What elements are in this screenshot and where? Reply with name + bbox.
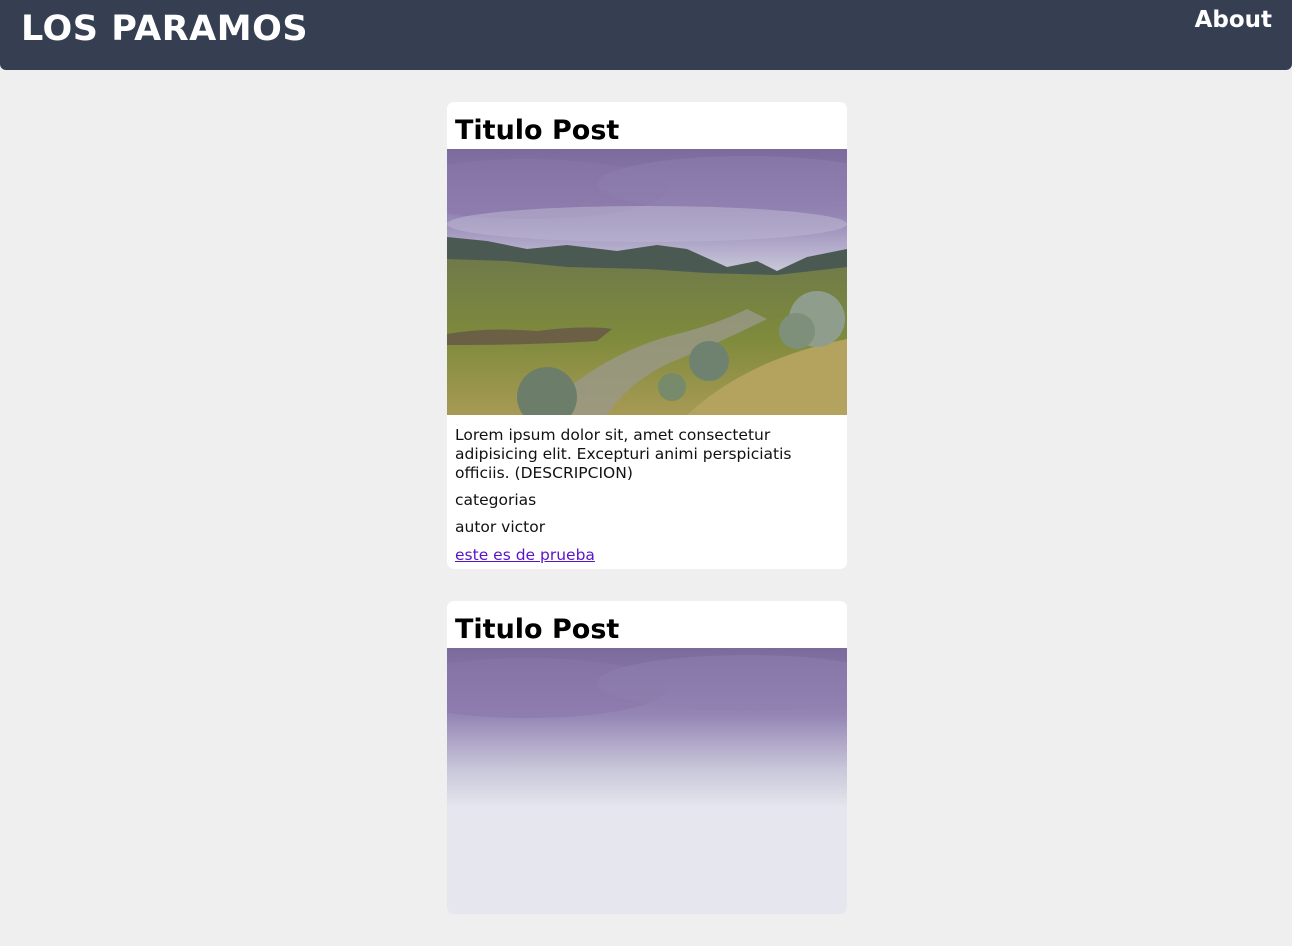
nav-about-link[interactable]: About <box>1195 5 1272 35</box>
post-feed: Titulo Post Lorem ipsum dolor sit, amet … <box>447 102 847 946</box>
post-description: Lorem ipsum dolor sit, amet consectetur … <box>455 426 792 482</box>
post-image <box>447 149 847 415</box>
post-image <box>447 648 847 914</box>
navbar: LOS PARAMOS About <box>0 0 1292 70</box>
post-title: Titulo Post <box>455 614 620 645</box>
site-brand[interactable]: LOS PARAMOS <box>21 7 308 51</box>
post-body: Lorem ipsum dolor sit, amet consectetur … <box>447 415 847 569</box>
post-categories: categorias <box>455 491 537 509</box>
post-card: Titulo Post <box>447 601 847 914</box>
post-author: autor victor <box>455 518 546 536</box>
post-title: Titulo Post <box>455 115 620 146</box>
post-card: Titulo Post <box>447 102 847 569</box>
post-link[interactable]: este es de prueba <box>455 546 595 565</box>
